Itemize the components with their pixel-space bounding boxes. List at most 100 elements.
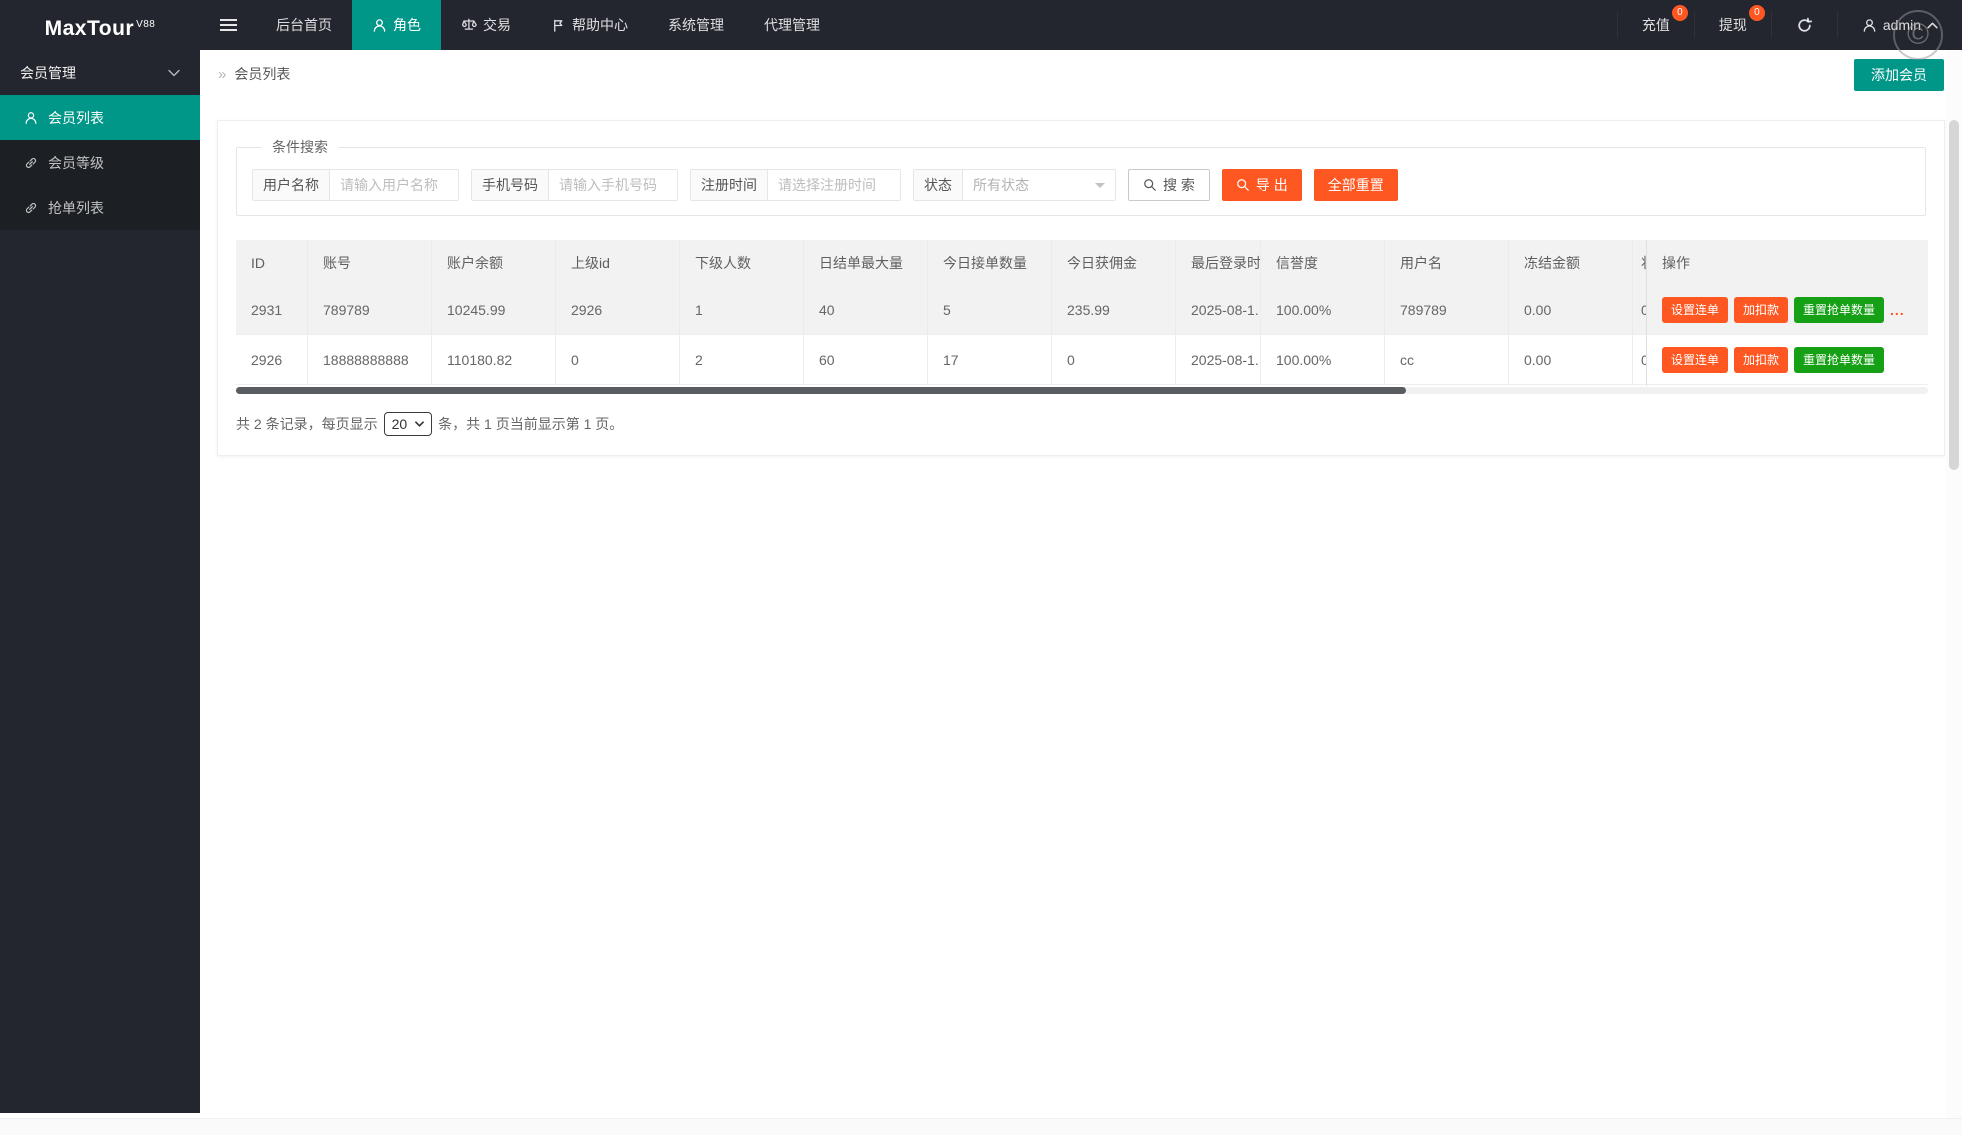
sidebar-item-member-level[interactable]: 会员等级	[0, 140, 200, 185]
nav-item-roles[interactable]: 角色	[352, 0, 441, 50]
nav-item-trade[interactable]: 交易	[441, 0, 531, 50]
col-header-id: ID	[236, 240, 308, 285]
brand-version: V88	[136, 19, 155, 30]
navbar-right: 充值 0 提现 0 admin	[1617, 0, 1962, 50]
cell-credit: 100.00%	[1261, 335, 1385, 384]
page-title: 会员列表	[234, 64, 290, 84]
row-actions: 设置连单 加扣款 重置抢单数量 ...	[1647, 285, 1928, 335]
search-button[interactable]: 搜 索	[1128, 169, 1210, 201]
cell-today-commission: 235.99	[1052, 285, 1176, 334]
cell-last-login: 2025-08-1...	[1176, 335, 1261, 384]
withdraw-button[interactable]: 提现 0	[1695, 0, 1771, 50]
main-content: » 会员列表 添加会员 条件搜索 用户名称 手机号码 注册时间	[200, 50, 1962, 1135]
pagination-suffix: 条，共 1 页当前显示第 1 页。	[438, 414, 623, 434]
username-label: admin	[1883, 17, 1921, 33]
cell-frozen: 0.00	[1509, 285, 1633, 334]
register-time-field-group: 注册时间	[690, 169, 901, 201]
sidebar-submenu: 会员列表 会员等级 抢单列表	[0, 95, 200, 230]
col-header-account: 账号	[308, 240, 432, 285]
reset-grab-count-button[interactable]: 重置抢单数量	[1794, 297, 1884, 323]
main-menu: 后台首页 角色 交易 帮助中心 系统管理 代理管理	[256, 0, 840, 50]
cell-parent-id: 2926	[556, 285, 680, 334]
nav-item-agent[interactable]: 代理管理	[744, 0, 840, 50]
cell-account: 18888888888	[308, 335, 432, 384]
username-field-group: 用户名称	[252, 169, 459, 201]
col-header-last-login: 最后登录时...	[1176, 240, 1261, 285]
phone-field-label: 手机号码	[472, 170, 549, 200]
top-navbar: MaxTourV88 后台首页 角色 交易 帮助中心 系统管理 代理管理 充值 …	[0, 0, 1962, 50]
col-header-today-orders: 今日接单数量	[928, 240, 1052, 285]
cell-balance: 10245.99	[432, 285, 556, 334]
cell-credit: 100.00%	[1261, 285, 1385, 334]
cell-today-commission: 0	[1052, 335, 1176, 384]
cell-today-orders: 17	[928, 335, 1052, 384]
scrollbar-thumb[interactable]	[1949, 120, 1959, 470]
pagination-prefix: 共 2 条记录，每页显示	[236, 414, 378, 434]
page-size-select[interactable]: 20	[384, 412, 433, 436]
cell-account: 789789	[308, 285, 432, 334]
search-icon	[1143, 178, 1157, 192]
flag-icon	[551, 18, 566, 33]
cell-parent-id: 0	[556, 335, 680, 384]
username-input[interactable]	[330, 170, 458, 200]
chevron-up-icon	[1927, 22, 1938, 29]
status-field-group: 状态 所有状态	[913, 169, 1116, 201]
sidebar-item-order-grab-list[interactable]: 抢单列表	[0, 185, 200, 230]
cell-subordinates: 1	[680, 285, 804, 334]
page-header: » 会员列表 添加会员	[200, 50, 1962, 98]
sidebar-group-member-management[interactable]: 会员管理	[0, 50, 200, 95]
username-field-label: 用户名称	[253, 170, 330, 200]
export-button[interactable]: 导 出	[1222, 169, 1302, 201]
cell-username: 789789	[1385, 285, 1509, 334]
menu-toggle-icon[interactable]	[200, 0, 256, 50]
reset-grab-count-button[interactable]: 重置抢单数量	[1794, 347, 1884, 373]
scales-icon	[461, 17, 477, 33]
chevron-down-icon	[168, 69, 180, 77]
table-horizontal-scrollbar[interactable]	[236, 387, 1928, 394]
breadcrumb-separator: »	[218, 66, 226, 83]
col-header-username: 用户名	[1385, 240, 1509, 285]
set-chain-order-button[interactable]: 设置连单	[1662, 347, 1728, 373]
search-icon	[1236, 178, 1250, 192]
set-chain-order-button[interactable]: 设置连单	[1662, 297, 1728, 323]
withdraw-badge: 0	[1749, 5, 1765, 21]
register-time-input[interactable]	[768, 170, 900, 200]
refresh-icon[interactable]	[1772, 0, 1837, 50]
page-horizontal-scrollbar[interactable]	[0, 1118, 1962, 1135]
nav-item-dashboard[interactable]: 后台首页	[256, 0, 352, 50]
more-actions-ellipsis[interactable]: ...	[1890, 302, 1905, 318]
status-field-label: 状态	[914, 170, 963, 200]
user-menu[interactable]: admin	[1838, 0, 1962, 50]
recharge-button[interactable]: 充值 0	[1618, 0, 1694, 50]
sidebar: 会员管理 会员列表 会员等级 抢单列表	[0, 50, 200, 1113]
person-icon	[372, 18, 387, 33]
col-header-credit: 信誉度	[1261, 240, 1385, 285]
col-header-today-commission: 今日获佣金	[1052, 240, 1176, 285]
phone-field-group: 手机号码	[471, 169, 678, 201]
add-member-button[interactable]: 添加会员	[1854, 59, 1944, 91]
add-deduct-funds-button[interactable]: 加扣款	[1734, 297, 1788, 323]
cell-balance: 110180.82	[432, 335, 556, 384]
status-select[interactable]: 所有状态	[963, 170, 1115, 200]
link-icon	[24, 201, 38, 215]
cell-frozen: 0.00	[1509, 335, 1633, 384]
nav-item-system[interactable]: 系统管理	[648, 0, 744, 50]
phone-input[interactable]	[549, 170, 677, 200]
page-vertical-scrollbar[interactable]	[1946, 50, 1962, 1118]
cell-today-orders: 5	[928, 285, 1052, 334]
col-header-frozen: 冻结金额	[1509, 240, 1633, 285]
link-icon	[24, 156, 38, 170]
sidebar-item-member-list[interactable]: 会员列表	[0, 95, 200, 140]
nav-item-help[interactable]: 帮助中心	[531, 0, 648, 50]
reset-all-button[interactable]: 全部重置	[1314, 169, 1398, 201]
cell-daily-max: 40	[804, 285, 928, 334]
member-list-card: 条件搜索 用户名称 手机号码 注册时间 状态 所有状态	[217, 120, 1945, 456]
col-header-subordinates: 下级人数	[680, 240, 804, 285]
recharge-badge: 0	[1672, 5, 1688, 21]
scrollbar-thumb[interactable]	[236, 387, 1406, 394]
col-header-balance: 账户余额	[432, 240, 556, 285]
cell-daily-max: 60	[804, 335, 928, 384]
col-header-parent-id: 上级id	[556, 240, 680, 285]
pagination: 共 2 条记录，每页显示 20 条，共 1 页当前显示第 1 页。	[236, 412, 1926, 436]
add-deduct-funds-button[interactable]: 加扣款	[1734, 347, 1788, 373]
